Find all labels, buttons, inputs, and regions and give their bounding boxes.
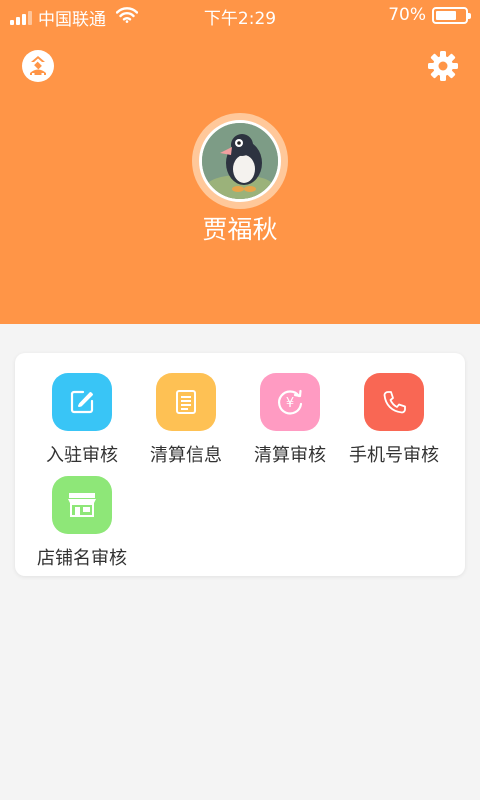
logo-icon xyxy=(30,56,46,76)
battery-icon xyxy=(432,6,471,24)
phone-icon xyxy=(364,373,424,431)
battery-percent: 70% xyxy=(388,5,426,25)
function-card: 入驻审核 清算信息 ¥ 清算审核 手机号审核 店铺名审核 xyxy=(15,353,465,576)
avatar[interactable] xyxy=(199,120,281,202)
menu-item-label: 手机号审核 xyxy=(349,445,439,466)
gear-icon xyxy=(428,51,458,81)
document-icon xyxy=(156,373,216,431)
menu-item-phone-review[interactable]: 手机号审核 xyxy=(339,373,449,473)
logo-button[interactable] xyxy=(22,50,54,82)
menu-item-label: 入驻审核 xyxy=(46,445,118,466)
svg-text:¥: ¥ xyxy=(286,396,294,411)
menu-item-shop-name-review[interactable]: 店铺名审核 xyxy=(27,476,137,576)
menu-item-label: 清算信息 xyxy=(150,445,222,466)
settings-button[interactable] xyxy=(425,48,461,84)
menu-item-settlement-review[interactable]: ¥ 清算审核 xyxy=(235,373,345,473)
edit-icon xyxy=(52,373,112,431)
avatar-ring[interactable] xyxy=(192,113,288,209)
menu-item-label: 店铺名审核 xyxy=(37,548,127,569)
status-bar: 中国联通 下午2:29 70% xyxy=(0,0,480,30)
user-name: 贾福秋 xyxy=(202,215,278,244)
menu-item-settlement-info[interactable]: 清算信息 xyxy=(131,373,241,473)
menu-item-entry-review[interactable]: 入驻审核 xyxy=(27,373,137,473)
menu-item-label: 清算审核 xyxy=(254,445,326,466)
refresh-yen-icon: ¥ xyxy=(260,373,320,431)
storefront-icon xyxy=(52,476,112,534)
avatar-penguin-image xyxy=(202,123,278,199)
battery-level xyxy=(436,10,456,20)
